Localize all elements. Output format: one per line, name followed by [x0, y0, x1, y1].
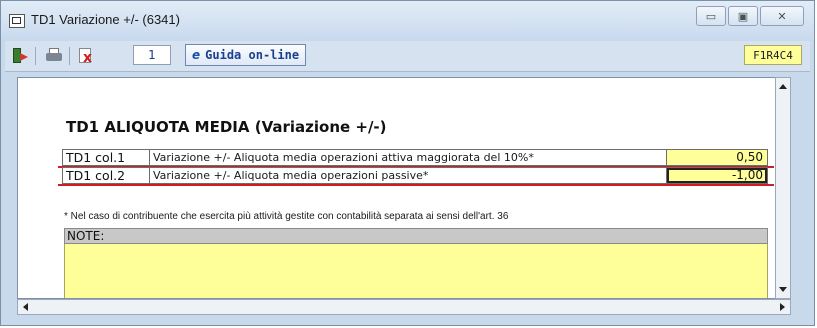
notes-textarea[interactable]	[64, 244, 768, 298]
window-title: TD1 Variazione +/- (6341)	[31, 12, 180, 27]
row-code: TD1 col.2	[63, 168, 150, 183]
page-number-field[interactable]: 1	[133, 45, 171, 65]
row-description: Variazione +/- Aliquota media operazioni…	[150, 150, 667, 165]
table-row: TD1 col.2 Variazione +/- Aliquota media …	[62, 167, 768, 184]
window-controls: ▭ ▣ ✕	[696, 6, 804, 26]
row-description: Variazione +/- Aliquota media operazioni…	[150, 168, 667, 183]
toolbar-separator	[69, 47, 70, 65]
minimize-button[interactable]: ▭	[696, 6, 726, 26]
help-online-button[interactable]: e Guida on-line	[185, 44, 307, 66]
close-button[interactable]: ✕	[760, 6, 804, 26]
highlight-underline	[58, 184, 774, 186]
form-heading: TD1 ALIQUOTA MEDIA (Variazione +/-)	[66, 118, 387, 136]
print-icon[interactable]	[45, 48, 63, 64]
row-code: TD1 col.1	[63, 150, 150, 165]
exit-icon[interactable]	[11, 48, 29, 64]
vertical-scrollbar[interactable]	[775, 77, 791, 299]
notes-label: NOTE:	[64, 228, 768, 244]
scroll-up-icon[interactable]	[779, 84, 787, 89]
browser-icon: e	[192, 48, 201, 62]
horizontal-scrollbar[interactable]	[17, 299, 791, 315]
maximize-button[interactable]: ▣	[728, 6, 758, 26]
value-field-col2[interactable]: -1,00	[667, 168, 767, 183]
toolbar-separator	[35, 47, 36, 65]
table-row: TD1 col.1 Variazione +/- Aliquota media …	[62, 149, 768, 166]
cell-code-badge: F1R4C4	[744, 45, 802, 65]
scroll-right-icon[interactable]	[780, 303, 785, 311]
scroll-left-icon[interactable]	[23, 303, 28, 311]
scroll-down-icon[interactable]	[779, 287, 787, 292]
app-icon	[9, 14, 25, 28]
form-area: TD1 ALIQUOTA MEDIA (Variazione +/-) TD1 …	[17, 77, 791, 299]
title-bar: TD1 Variazione +/- (6341) ▭ ▣ ✕	[1, 1, 814, 41]
delete-icon[interactable]: x	[77, 48, 95, 65]
footnote: * Nel caso di contribuente che esercita …	[64, 211, 509, 222]
value-field-col1[interactable]: 0,50	[667, 150, 767, 165]
help-online-label: Guida on-line	[205, 48, 300, 62]
window: TD1 Variazione +/- (6341) ▭ ▣ ✕ x 1 e Gu…	[0, 0, 815, 326]
toolbar: x 1 e Guida on-line F1R4C4	[5, 41, 810, 72]
